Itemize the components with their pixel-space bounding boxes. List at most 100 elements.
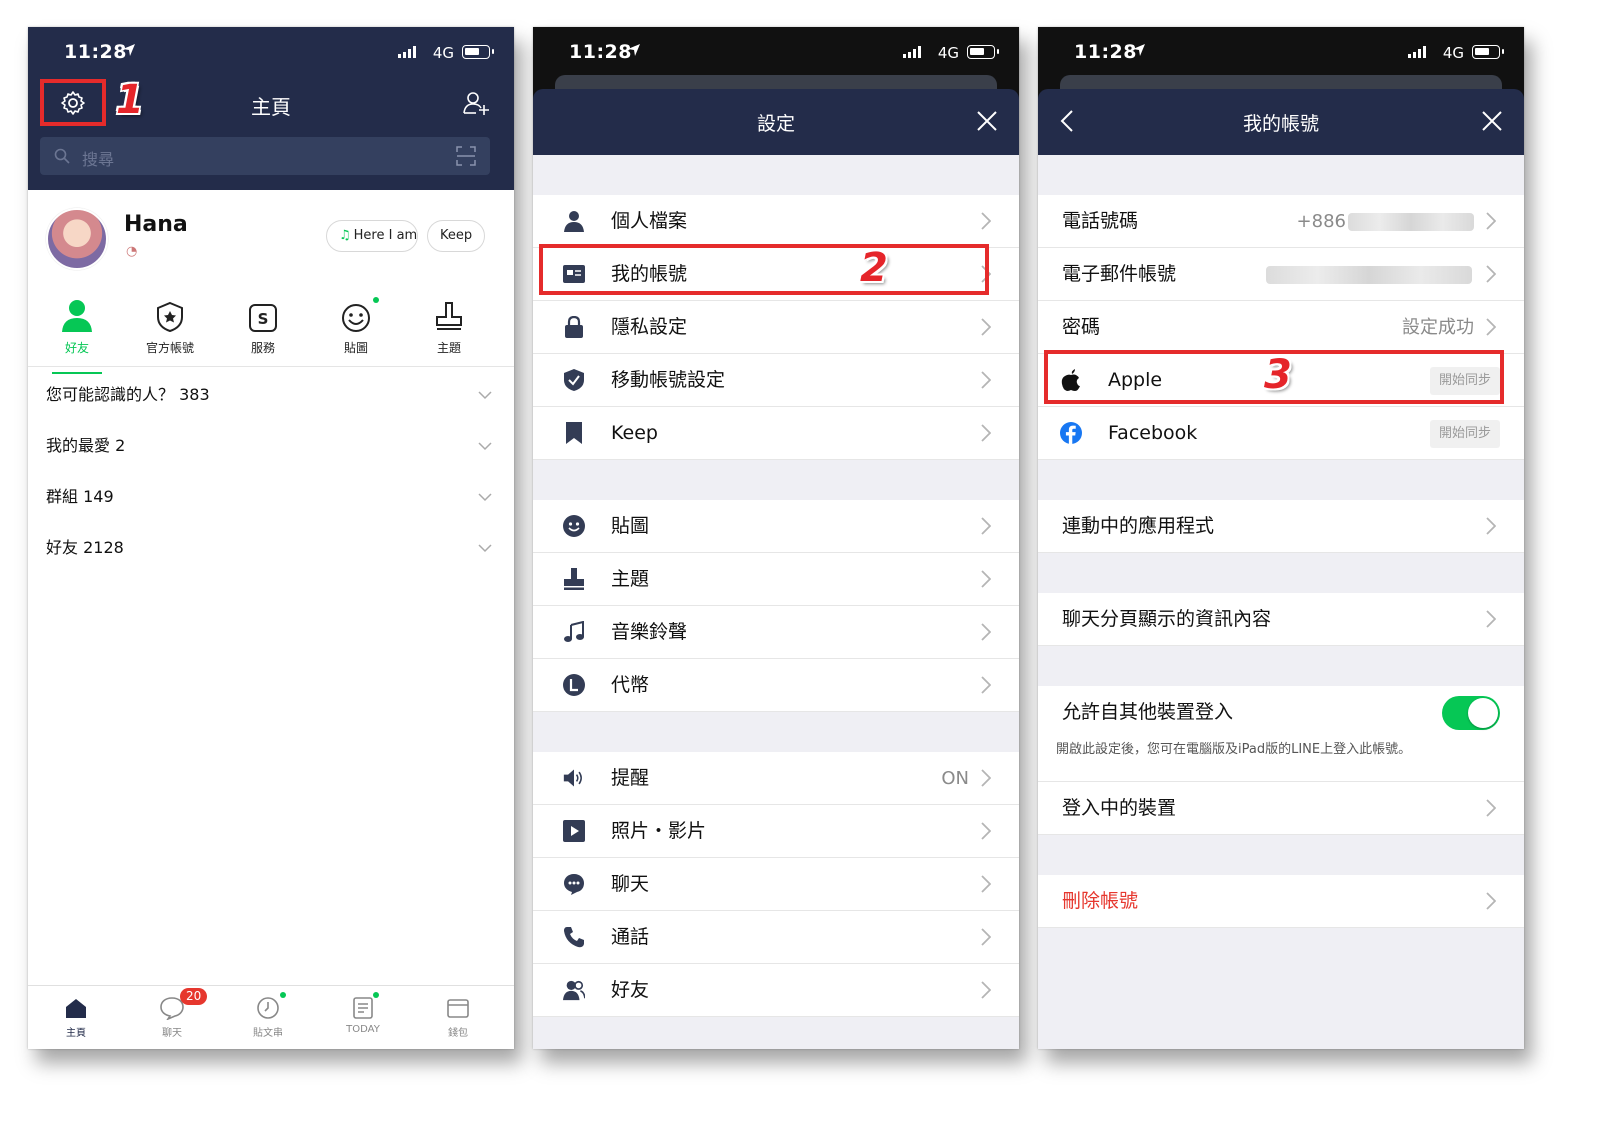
account-item-label: Facebook [1108,422,1198,444]
status-time: 11:28 [1074,41,1137,63]
chevron-down-icon [478,493,492,502]
password-status: 設定成功 [1402,317,1474,338]
chat-bubble-icon [564,874,584,895]
facebook-logo-icon [1060,422,1082,444]
chevron-down-icon [478,544,492,553]
settings-item-chats[interactable]: 聊天 [533,858,1019,911]
chevron-right-icon [981,981,991,999]
account-item-chat-tab-info[interactable]: 聊天分頁顯示的資訊內容 [1038,593,1524,646]
nav-today[interactable]: TODAY [323,992,403,1035]
music-chip[interactable]: ♫ Here I am [326,220,418,252]
settings-item-keep[interactable]: Keep [533,407,1019,460]
chevron-right-icon [1486,892,1496,910]
qr-scan-icon[interactable] [456,146,476,166]
search-bar[interactable]: 搜尋 [40,137,490,175]
profile-name: Hana [124,212,188,237]
phone-value: +886 [1296,211,1346,232]
wallet-icon [447,999,469,1018]
chevron-right-icon [981,424,991,442]
chevron-right-icon [981,623,991,641]
profile-section[interactable]: Hana ◔ ♫ Here I am Keep [28,190,514,285]
account-item-label: 聊天分頁顯示的資訊內容 [1062,608,1272,630]
network-type: 4G [1442,44,1464,62]
settings-item-privacy[interactable]: 隱私設定 [533,301,1019,354]
account-item-password[interactable]: 密碼 設定成功 [1038,301,1524,354]
shield-check-icon [564,369,584,391]
close-icon[interactable] [975,109,999,133]
chevron-right-icon [981,676,991,694]
chevron-right-icon [1486,265,1496,283]
group-label: 您可能認識的人？ 383 [46,385,210,404]
account-item-email[interactable]: 電子郵件帳號 [1038,248,1524,301]
account-item-phone[interactable]: 電話號碼 +886 [1038,195,1524,248]
nav-timeline[interactable]: 貼文串 [228,992,308,1039]
battery-icon [462,45,494,59]
status-bar: 11:28 4G [28,27,514,79]
chevron-right-icon [981,769,991,787]
settings-item-label: 移動帳號設定 [611,369,726,391]
settings-item-label: 音樂鈴聲 [611,621,688,643]
status-bar: 11:28 4G [1038,27,1524,79]
account-header: 我的帳號 [1038,89,1524,155]
nav-wallet[interactable]: 錢包 [418,994,498,1039]
list-item[interactable]: 好友 2128 [28,522,514,573]
phone-icon [564,927,584,948]
close-icon[interactable] [1480,109,1504,133]
nav-label: 聊天 [162,1028,182,1039]
account-item-delete[interactable]: 刪除帳號 [1038,875,1524,928]
chevron-right-icon [981,822,991,840]
settings-item-coins[interactable]: 代幣 [533,659,1019,712]
delete-account-label: 刪除帳號 [1062,890,1139,912]
location-arrow-icon [628,44,640,56]
account-item-linked-apps[interactable]: 連動中的應用程式 [1038,500,1524,553]
clock-icon [257,997,279,1019]
nav-home[interactable]: 主頁 [36,994,116,1039]
tab-services[interactable]: S 服務 [218,293,308,356]
tab-official-accounts[interactable]: 官方帳號 [125,293,215,356]
nav-label: TODAY [346,1024,380,1035]
tab-label: 服務 [250,341,275,355]
tab-label: 好友 [64,341,89,355]
settings-item-photos-videos[interactable]: 照片・影片 [533,805,1019,858]
location-arrow-icon [123,44,135,56]
nav-label: 貼文串 [253,1028,283,1039]
theme-brush-icon [564,568,584,590]
step-marker-3: 3 [1264,352,1292,398]
settings-item-friends[interactable]: 好友 [533,964,1019,1017]
profile-status-icon: ◔ [126,244,138,259]
account-item-facebook[interactable]: Facebook 開始同步 [1038,407,1524,460]
settings-item-themes[interactable]: 主題 [533,553,1019,606]
news-icon [353,997,373,1019]
settings-item-label: 貼圖 [611,515,650,537]
add-friend-icon[interactable] [462,89,490,117]
new-dot [280,992,286,998]
toggle-knob [1468,698,1498,728]
services-icon: S [249,304,277,332]
unread-badge: 20 [180,988,208,1005]
tab-stickers[interactable]: 貼圖 [311,293,401,356]
facebook-sync-button[interactable]: 開始同步 [1429,420,1500,448]
avatar[interactable] [46,208,108,270]
keep-chip[interactable]: Keep [427,220,486,252]
settings-item-stickers[interactable]: 貼圖 [533,500,1019,553]
settings-item-profile[interactable]: 個人檔案 [533,195,1019,248]
settings-item-ringtones[interactable]: 音樂鈴聲 [533,606,1019,659]
account-item-logged-devices[interactable]: 登入中的裝置 [1038,782,1524,835]
settings-item-calls[interactable]: 通話 [533,911,1019,964]
list-item[interactable]: 我的最愛 2 [28,420,514,471]
list-item[interactable]: 您可能認識的人？ 383 [28,369,514,420]
settings-item-notifications[interactable]: 提醒 ON [533,752,1019,805]
highlight-my-account [539,244,989,295]
chevron-right-icon [1486,318,1496,336]
settings-item-label: 照片・影片 [611,820,707,842]
settings-item-label: 聊天 [611,873,650,895]
settings-item-account-transfer[interactable]: 移動帳號設定 [533,354,1019,407]
tab-themes[interactable]: 主題 [404,293,494,356]
nav-chats[interactable]: 20 聊天 [132,988,212,1039]
list-item[interactable]: 群組 149 [28,471,514,522]
allow-login-toggle[interactable] [1442,696,1500,730]
tab-friends[interactable]: 好友 [32,293,122,374]
settings-screen: 11:28 4G 設定 個人檔案 我的帳號 隱私設定 移動帳號設定 Keep 貼… [533,27,1019,1049]
bottom-nav: 主頁 20 聊天 貼文串 TODAY 錢包 [28,985,514,1049]
settings-item-label: 隱私設定 [611,316,688,338]
